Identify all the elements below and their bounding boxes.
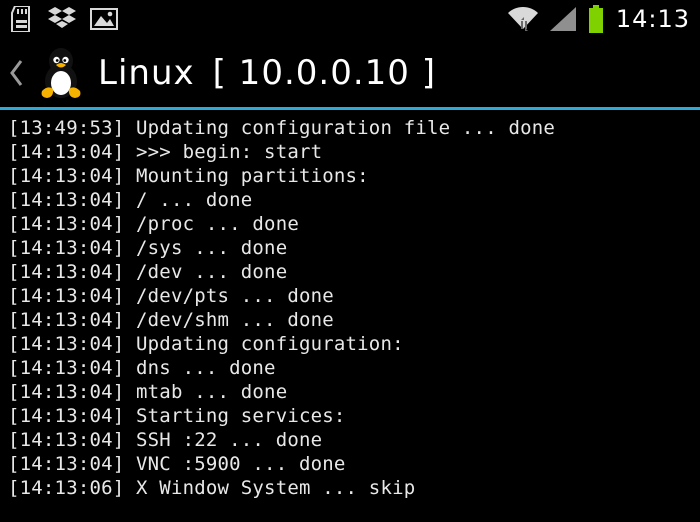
battery-icon bbox=[588, 5, 604, 33]
log-line: [14:13:04] mtab ... done bbox=[8, 380, 692, 404]
log-line: [14:13:04] Updating configuration: bbox=[8, 332, 692, 356]
picture-icon bbox=[90, 8, 118, 30]
status-left bbox=[10, 6, 508, 32]
title-ip: [ 10.0.0.10 ] bbox=[213, 53, 436, 93]
log-line: [14:13:04] /dev ... done bbox=[8, 260, 692, 284]
cell-signal-icon bbox=[550, 7, 576, 31]
log-line: [14:13:04] >>> begin: start bbox=[8, 140, 692, 164]
log-line: [13:49:53] Updating configuration file .… bbox=[8, 116, 692, 140]
tux-icon bbox=[38, 47, 84, 99]
log-line: [14:13:04] Starting services: bbox=[8, 404, 692, 428]
page-title: Linux [ 10.0.0.10 ] bbox=[98, 53, 436, 93]
status-bar: 14:13 bbox=[0, 0, 700, 38]
dropbox-icon bbox=[48, 7, 76, 31]
log-line: [14:13:04] /proc ... done bbox=[8, 212, 692, 236]
log-line: [14:13:04] /dev/shm ... done bbox=[8, 308, 692, 332]
log-line: [14:13:04] VNC :5900 ... done bbox=[8, 452, 692, 476]
log-line: [14:13:04] /dev/pts ... done bbox=[8, 284, 692, 308]
log-line: [14:13:04] / ... done bbox=[8, 188, 692, 212]
log-line: [14:13:04] /sys ... done bbox=[8, 236, 692, 260]
log-line: [14:13:06] X Window System ... skip bbox=[8, 476, 692, 500]
sd-card-icon bbox=[10, 6, 34, 32]
log-line: [14:13:04] SSH :22 ... done bbox=[8, 428, 692, 452]
back-chevron-icon[interactable] bbox=[8, 58, 24, 88]
wifi-icon bbox=[508, 7, 538, 31]
status-right: 14:13 bbox=[508, 5, 690, 33]
title-name: Linux bbox=[98, 53, 195, 93]
terminal-output[interactable]: [13:49:53] Updating configuration file .… bbox=[0, 110, 700, 500]
log-line: [14:13:04] Mounting partitions: bbox=[8, 164, 692, 188]
title-bar[interactable]: Linux [ 10.0.0.10 ] bbox=[0, 38, 700, 110]
log-line: [14:13:04] dns ... done bbox=[8, 356, 692, 380]
status-clock: 14:13 bbox=[616, 5, 690, 33]
